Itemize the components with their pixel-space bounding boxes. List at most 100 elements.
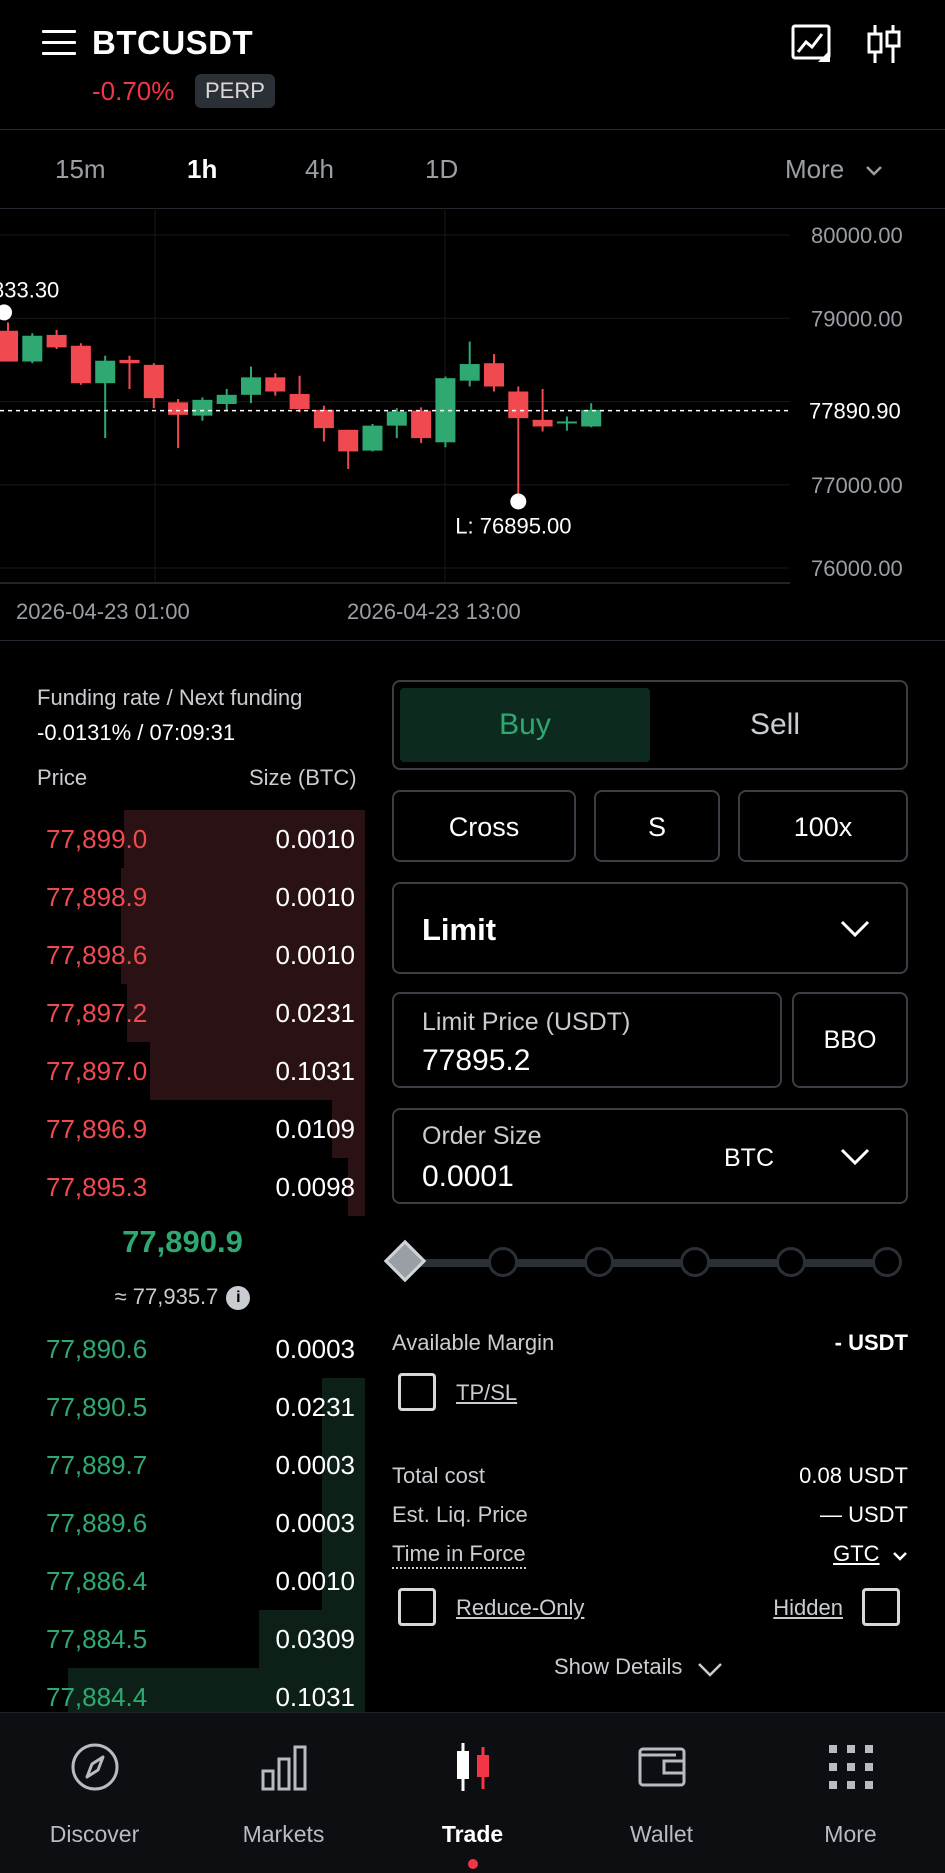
interval-15m[interactable]: 15m [55,154,106,185]
chevron-down-icon [697,1662,722,1677]
orderbook-row[interactable]: 77,898.6 0.0010 [0,926,365,984]
reduce-only-checkbox[interactable] [398,1588,436,1626]
chart-fullscreen-icon[interactable] [790,22,834,66]
order-size-input[interactable]: 0.0001 [422,1160,514,1194]
orderbook-row[interactable]: 77,895.3 0.0098 [0,1158,365,1216]
tif-value: GTC [833,1541,880,1566]
interval-4h[interactable]: 4h [305,154,334,185]
order-size-label: Order Size [422,1122,542,1150]
size-slider-track[interactable] [408,1259,888,1267]
grid-dots-icon [828,1745,873,1789]
low-marker [510,493,527,510]
nav-wallet[interactable]: Wallet [567,1713,756,1873]
slider-step-25[interactable] [488,1247,518,1277]
tif-label[interactable]: Time in Force [392,1541,526,1569]
wallet-icon [638,1747,685,1787]
interval-1h[interactable]: 1h [187,154,217,185]
orderbook-size: 0.1031 [275,1682,355,1712]
size-unit-select[interactable]: BTC [724,1144,774,1173]
bbo-button[interactable]: BBO [792,992,908,1088]
symbol-title[interactable]: BTCUSDT [92,24,253,62]
chevron-down-icon [866,166,883,176]
orderbook-row[interactable]: 77,889.7 0.0003 [0,1436,365,1494]
orderbook-row[interactable]: 77,890.5 0.0231 [0,1378,365,1436]
tpsl-label[interactable]: TP/SL [456,1380,517,1406]
orderbook-size: 0.0309 [275,1624,355,1654]
candle-body [411,410,432,439]
interval-1d[interactable]: 1D [425,154,458,185]
leverage-button[interactable]: 100x [738,790,908,862]
nav-discover-label: Discover [49,1821,140,1847]
slider-step-75[interactable] [680,1247,710,1277]
candlestick-settings-icon[interactable] [862,22,906,66]
interval-more-dropdown[interactable]: More [785,154,883,185]
orderbook-price: 77,890.5 [46,1392,148,1422]
reduce-only-label[interactable]: Reduce-Only [456,1595,584,1621]
position-mode-button[interactable]: S [594,790,720,862]
orderbook-row[interactable]: 77,886.4 0.0010 [0,1552,365,1610]
orderbook-row[interactable]: 77,889.6 0.0003 [0,1494,365,1552]
nav-markets[interactable]: Markets [189,1713,378,1873]
nav-more[interactable]: More [756,1713,945,1873]
chevron-down-icon [840,920,870,938]
orderbook-price: 77,896.9 [46,1114,148,1144]
orderbook-row[interactable]: 77,897.0 0.1031 [0,1042,365,1100]
orderbook-size: 0.0231 [275,998,355,1028]
orderbook-price: 77,898.9 [46,882,148,912]
nav-wallet-label: Wallet [629,1821,694,1847]
margin-mode-button[interactable]: Cross [392,790,576,862]
orderbook-price: 77,884.5 [46,1624,148,1654]
orderbook-row[interactable]: 77,899.0 0.0010 [0,810,365,868]
candle-body [119,359,140,364]
tpsl-checkbox[interactable] [398,1373,436,1411]
info-icon[interactable]: i [226,1286,251,1311]
orderbook-price: 77,886.4 [46,1566,148,1596]
slider-step-50[interactable] [584,1247,614,1277]
candle-body [241,377,261,395]
orderbook-price: 77,895.3 [46,1172,148,1202]
sell-tab[interactable]: Sell [650,708,900,742]
orderbook-row[interactable]: 77,897.2 0.0231 [0,984,365,1042]
hidden-label[interactable]: Hidden [773,1595,843,1621]
last-price[interactable]: 77,890.9 [0,1224,365,1260]
candle-body [581,409,602,427]
order-size-field[interactable]: Order Size 0.0001 BTC [392,1108,908,1204]
show-details-toggle[interactable]: Show Details [554,1654,723,1680]
interval-more-label: More [785,154,845,184]
orderbook-row[interactable]: 77,896.9 0.0109 [0,1100,365,1158]
limit-price-input[interactable]: 77895.2 [422,1044,530,1078]
funding-value: -0.0131% / 07:09:31 [37,720,236,745]
tif-select[interactable]: GTC [833,1541,908,1567]
hidden-checkbox[interactable] [862,1588,900,1626]
order-type-select[interactable]: Limit [392,882,908,974]
limit-price-field[interactable]: Limit Price (USDT) 77895.2 [392,992,782,1088]
candle-body [70,345,91,384]
x-tick-label: 2026-04-23 01:00 [16,599,190,624]
size-slider-handle[interactable] [383,1239,427,1283]
price-change: -0.70% [92,76,175,106]
funding-label: Funding rate / Next funding [37,685,303,710]
nav-more-label: More [824,1821,877,1847]
nav-trade[interactable]: Trade [378,1713,567,1873]
y-tick-label: 79000.00 [811,306,903,331]
candle-body [46,334,67,348]
orderbook-size: 0.0109 [275,1114,355,1144]
orderbook-row[interactable]: 77,884.5 0.0309 [0,1610,365,1668]
buy-tab[interactable]: Buy [400,708,650,742]
nav-discover[interactable]: Discover [0,1713,189,1873]
margin-mode-label: Cross [448,812,520,842]
header-divider [0,129,945,130]
candle-body [532,419,553,427]
slider-step-100[interactable] [872,1247,902,1277]
orderbook-row[interactable]: 77,898.9 0.0010 [0,868,365,926]
slider-step-90[interactable] [776,1247,806,1277]
orderbook-price: 77,890.6 [46,1334,148,1364]
menu-icon[interactable] [42,30,76,56]
orderbook-size: 0.0003 [275,1334,355,1364]
orderbook-price: 77,889.7 [46,1450,148,1480]
candle-body [508,391,529,419]
price-chart[interactable]: 80000.0079000.0078000.0077000.0076000.00… [0,208,945,628]
nav-markets-label: Markets [242,1821,325,1847]
orderbook-row[interactable]: 77,890.6 0.0003 [0,1320,365,1378]
orderbook-size: 0.0010 [275,824,355,854]
